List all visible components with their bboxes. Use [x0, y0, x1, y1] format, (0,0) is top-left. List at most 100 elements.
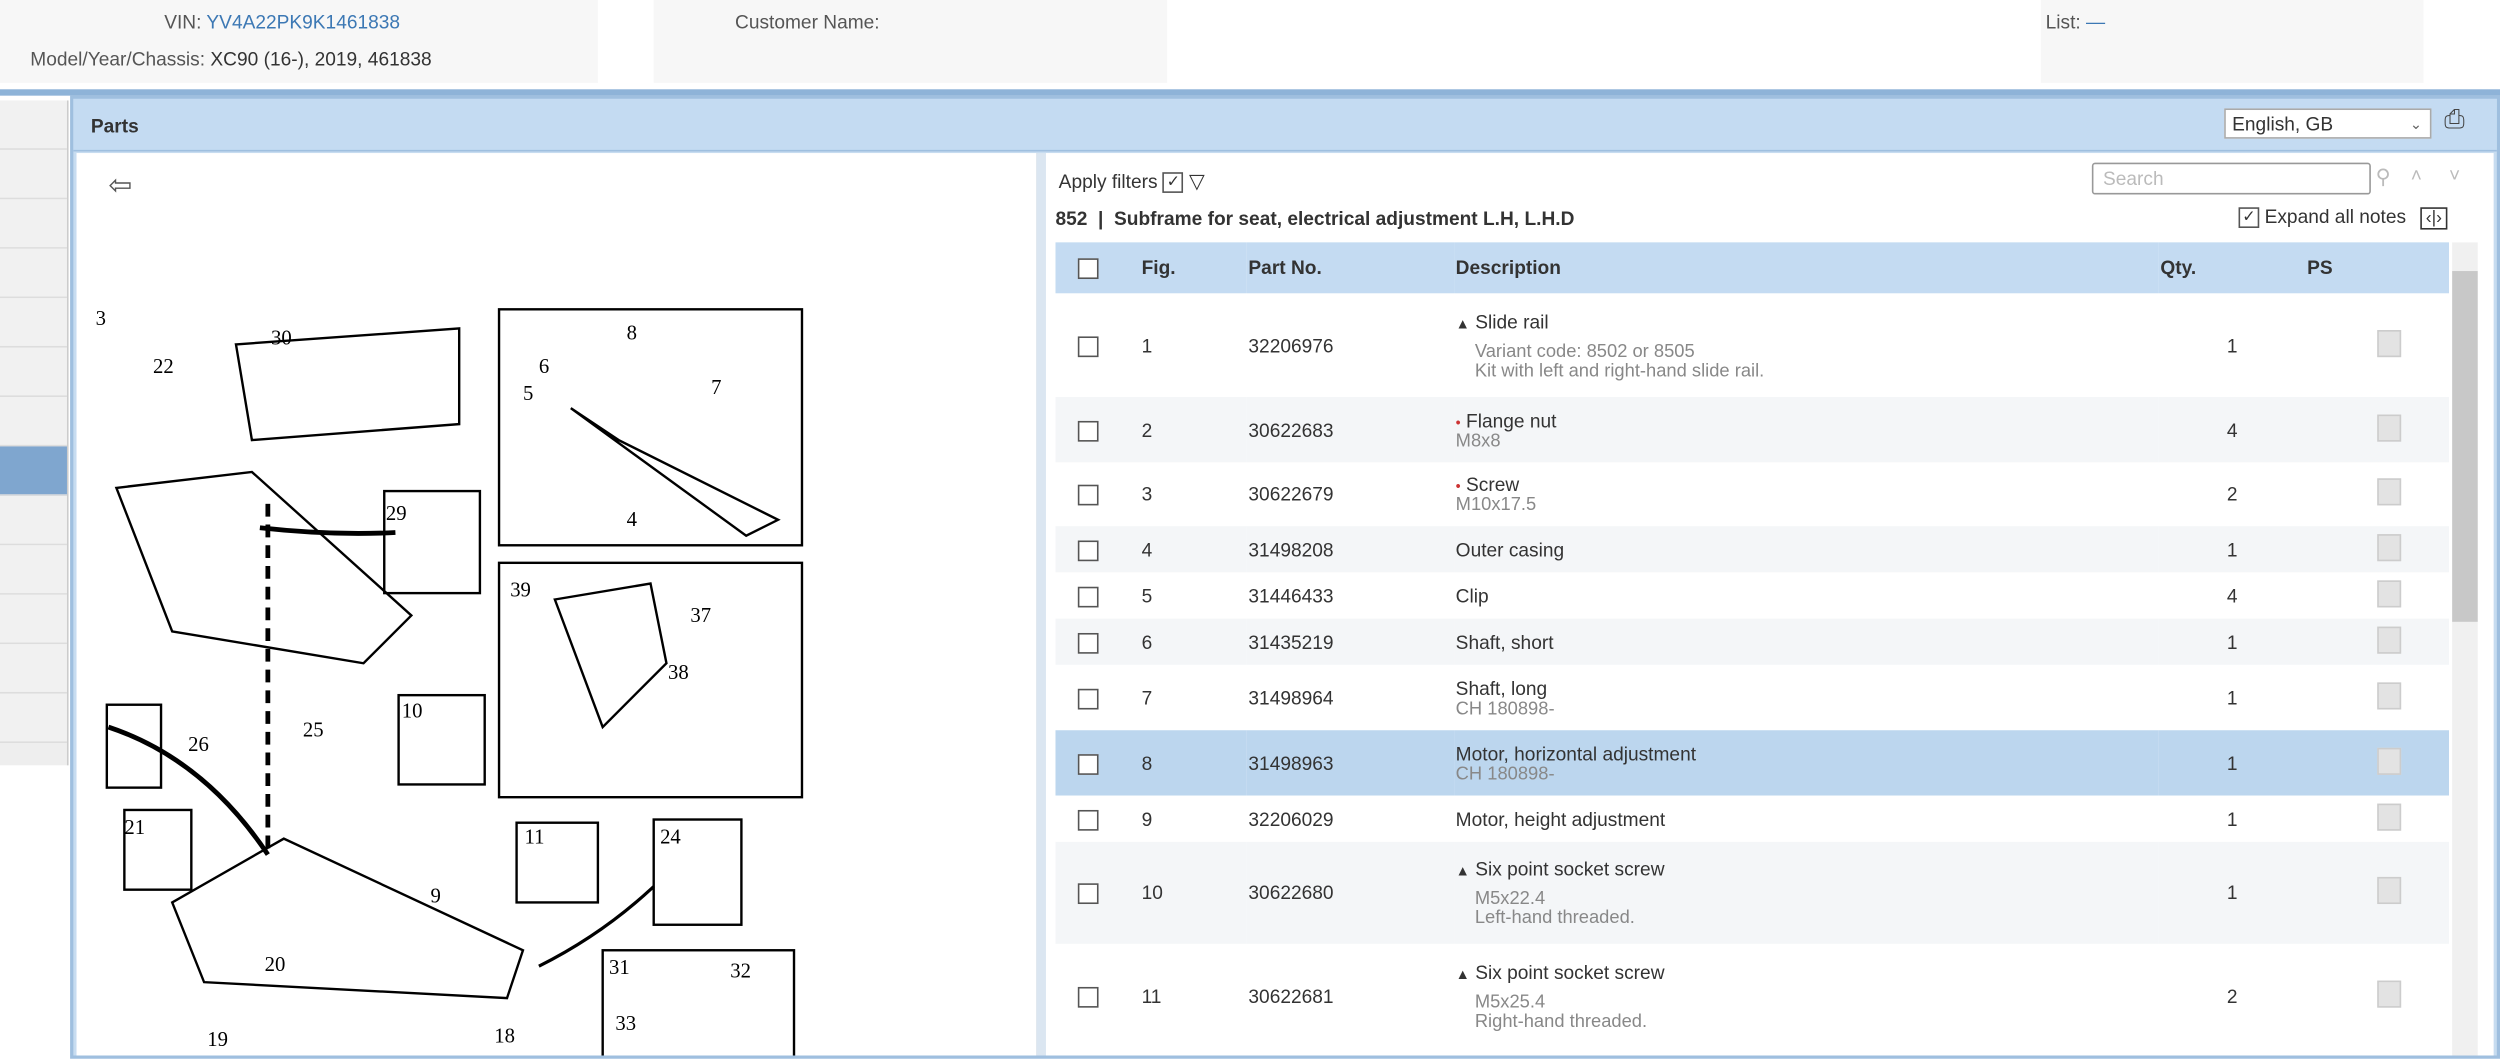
diagram-callout[interactable]: 39 — [510, 579, 531, 601]
sidebar-item[interactable] — [0, 248, 67, 299]
diagram-callout[interactable]: 25 — [303, 720, 324, 742]
sidebar-item[interactable] — [0, 644, 67, 694]
fig-cell: 9 — [1139, 795, 1247, 842]
row-checkbox[interactable] — [1077, 484, 1099, 506]
select-all-checkbox[interactable] — [1077, 258, 1099, 280]
row-checkbox[interactable] — [1077, 586, 1099, 607]
diagram-callout[interactable]: 26 — [188, 734, 209, 756]
panel-title: Parts — [90, 114, 139, 138]
sidebar-item[interactable] — [0, 100, 67, 150]
diagram-callout[interactable]: 5 — [523, 383, 533, 405]
table-row[interactable]: 4 31498208 Outer casing 1 — [1055, 526, 2449, 573]
note-icon[interactable] — [2377, 329, 2402, 357]
diagram-callout[interactable]: 11 — [525, 826, 545, 848]
scrollbar-thumb[interactable] — [2452, 271, 2478, 622]
sidebar-item[interactable] — [0, 397, 67, 447]
splitter-handle[interactable] — [1036, 153, 1046, 1056]
diagram-callout[interactable]: 22 — [153, 356, 174, 378]
row-checkbox[interactable] — [1077, 809, 1099, 831]
diagram-callout[interactable]: 9 — [430, 885, 440, 907]
note-icon[interactable] — [2377, 681, 2402, 709]
diagram-callout[interactable]: 4 — [627, 509, 638, 531]
row-checkbox[interactable] — [1077, 986, 1099, 1008]
sidebar-item-active[interactable] — [0, 446, 67, 496]
row-checkbox[interactable] — [1077, 335, 1099, 357]
col-ps[interactable]: PS — [2305, 242, 2449, 294]
note-icon[interactable] — [2377, 746, 2402, 775]
diagram-callout[interactable]: 21 — [124, 817, 145, 839]
note-icon[interactable] — [2377, 802, 2402, 830]
row-checkbox[interactable] — [1077, 688, 1099, 709]
table-row[interactable]: 3 30622679 • Screw M10x17.5 2 — [1055, 462, 2449, 527]
col-part[interactable]: Part No. — [1246, 242, 1455, 294]
vin-link[interactable]: YV4A22PK9K1461838 — [206, 11, 400, 33]
expand-notes-checkbox[interactable]: ✓ — [2238, 207, 2260, 229]
collapse-triangle-icon[interactable]: ▲ — [1456, 965, 1470, 981]
note-icon[interactable] — [2377, 625, 2402, 653]
parts-table: Fig. Part No. Description Qty. PS 1 3220… — [1055, 242, 2449, 1048]
diagram-callout[interactable]: 6 — [539, 356, 549, 378]
search-icon[interactable]: ⚲ — [2376, 164, 2391, 190]
row-checkbox[interactable] — [1077, 420, 1099, 442]
diagram-callout[interactable]: 7 — [711, 377, 721, 399]
table-row[interactable]: 9 32206029 Motor, height adjustment 1 — [1055, 795, 2449, 842]
diagram-callout[interactable]: 29 — [386, 503, 407, 525]
table-row[interactable]: 2 30622683 • Flange nut M8x8 4 — [1055, 397, 2449, 463]
sidebar-item[interactable] — [0, 495, 67, 546]
note-icon[interactable] — [2377, 979, 2402, 1007]
exploded-diagram[interactable]: ⇦ 3 22 30 29 26 25 10 21 20 19 18 9 11 24 6 5 8 7 4 39 37 38 3… — [76, 153, 1038, 1056]
row-checkbox[interactable] — [1077, 883, 1099, 905]
language-select[interactable]: English, GB ⌄ — [2224, 108, 2432, 139]
sidebar-item[interactable] — [0, 594, 67, 645]
diagram-callout[interactable]: 3 — [96, 308, 106, 330]
sidebar-item[interactable] — [0, 545, 67, 595]
table-row[interactable]: 8 31498963 Motor, horizontal adjustment C… — [1055, 730, 2449, 796]
search-input[interactable]: Search — [2091, 162, 2371, 195]
sidebar-item[interactable] — [0, 347, 67, 398]
sidebar-item[interactable] — [0, 298, 67, 348]
sidebar-item[interactable] — [0, 149, 67, 200]
note-icon[interactable] — [2377, 478, 2402, 506]
note-icon[interactable] — [2377, 579, 2402, 607]
diagram-callout[interactable]: 30 — [271, 327, 292, 349]
sidebar-item[interactable] — [0, 199, 67, 249]
sidebar-item[interactable] — [0, 693, 67, 743]
diagram-callout[interactable]: 31 — [609, 957, 630, 979]
diagram-callout[interactable]: 18 — [494, 1026, 515, 1048]
table-scrollbar[interactable] — [2452, 242, 2478, 1056]
diagram-callout[interactable]: 24 — [660, 826, 681, 848]
prev-next-icon[interactable]: ‹|› — [2420, 207, 2447, 230]
diagram-callout[interactable]: 33 — [615, 1013, 636, 1035]
table-row[interactable]: 7 31498964 Shaft, long CH 180898- 1 — [1055, 664, 2449, 731]
diagram-callout[interactable]: 8 — [627, 323, 637, 345]
customer-label: Customer Name: — [735, 11, 880, 34]
note-icon[interactable] — [2377, 413, 2402, 441]
diagram-callout[interactable]: 32 — [730, 960, 751, 982]
part-note: M8x8 — [1455, 431, 1501, 451]
col-desc[interactable]: Description — [1454, 242, 2159, 294]
table-row[interactable]: 11 30622681 ▲ Six point socket screw M5x2… — [1055, 943, 2449, 1048]
diagram-callout[interactable]: 10 — [402, 700, 423, 722]
row-checkbox[interactable] — [1077, 539, 1099, 561]
search-prev-icon[interactable]: ˄ — [2411, 164, 2422, 186]
filter-icon[interactable]: ▽ — [1189, 169, 1205, 193]
diagram-callout[interactable]: 20 — [265, 954, 286, 976]
row-checkbox[interactable] — [1077, 632, 1099, 654]
note-icon[interactable] — [2377, 876, 2402, 905]
print-icon[interactable]: ⎙ — [2444, 107, 2464, 136]
row-checkbox[interactable] — [1077, 753, 1099, 775]
table-row[interactable]: 5 31446433 Clip 4 — [1055, 572, 2449, 619]
collapse-triangle-icon[interactable]: ▲ — [1456, 863, 1470, 879]
table-row[interactable]: 10 30622680 ▲ Six point socket screw M5x2… — [1055, 841, 2449, 944]
table-row[interactable]: 6 31435219 Shaft, short 1 — [1055, 618, 2449, 665]
col-fig[interactable]: Fig. — [1139, 242, 1247, 294]
diagram-callout[interactable]: 37 — [690, 605, 711, 627]
search-next-icon[interactable]: ˅ — [2449, 164, 2460, 186]
note-icon[interactable] — [2377, 533, 2402, 561]
diagram-callout[interactable]: 19 — [207, 1029, 228, 1051]
apply-filters-checkbox[interactable]: ✓ — [1162, 172, 1184, 194]
collapse-triangle-icon[interactable]: ▲ — [1456, 315, 1470, 331]
table-row[interactable]: 1 32206976 ▲ Slide rail Variant code: 850… — [1055, 293, 2449, 398]
col-qty[interactable]: Qty. — [2158, 242, 2306, 294]
diagram-callout[interactable]: 38 — [668, 662, 689, 684]
